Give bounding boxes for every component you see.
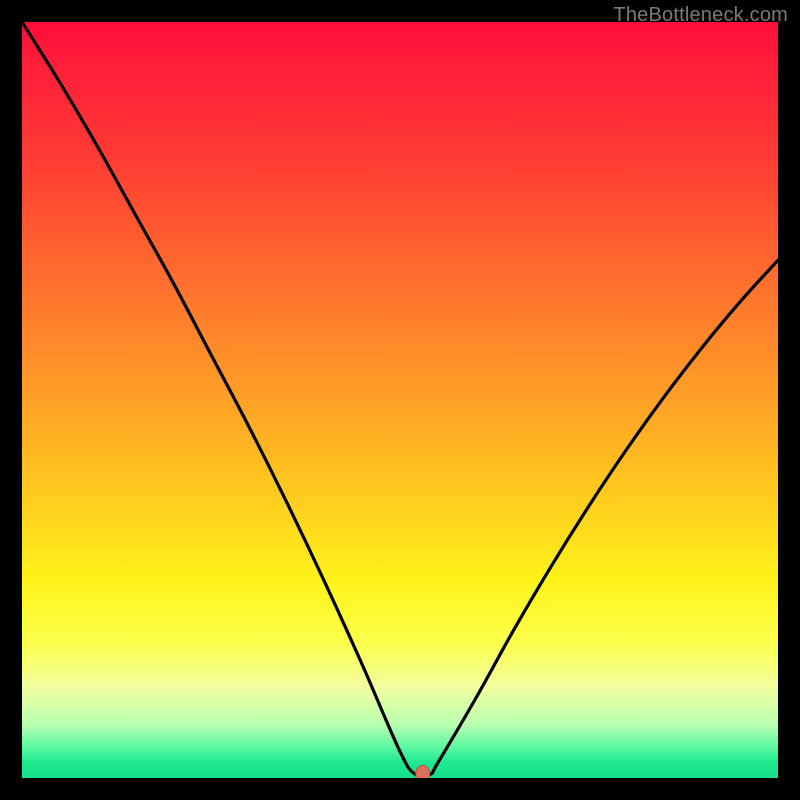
bottleneck-curve bbox=[22, 22, 778, 777]
watermark-text: TheBottleneck.com bbox=[613, 4, 788, 27]
plot-area bbox=[22, 22, 778, 778]
curve-layer bbox=[22, 22, 778, 778]
chart-frame: TheBottleneck.com bbox=[0, 0, 800, 800]
min-marker bbox=[416, 765, 430, 778]
